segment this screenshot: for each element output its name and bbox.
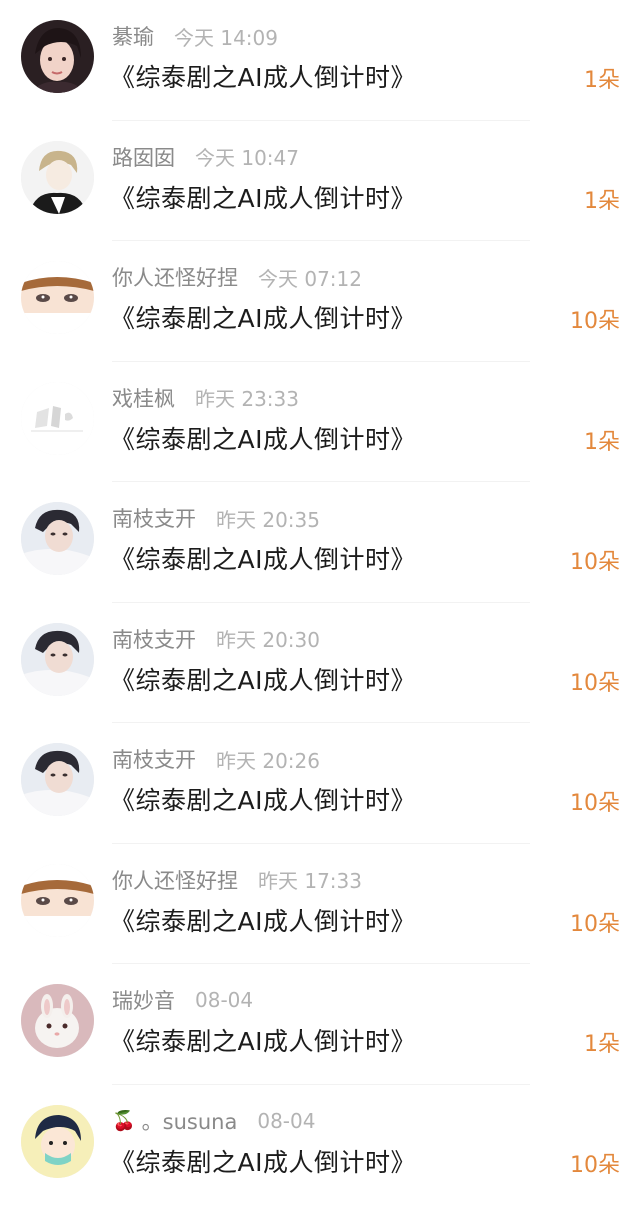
book-title[interactable]: 《综泰剧之AI成人倒计时》 — [110, 1143, 416, 1179]
list-item[interactable]: 綦瑜 今天 14:09 《综泰剧之AI成人倒计时》 1朵 — [0, 0, 640, 121]
anime-boy-avatar-image — [21, 141, 94, 214]
timestamp: 今天 10:47 — [195, 142, 299, 171]
book-title[interactable]: 《综泰剧之AI成人倒计时》 — [110, 661, 416, 697]
user-name[interactable]: 路囡囡 — [112, 142, 175, 172]
flower-count: 1朵 — [584, 1026, 620, 1058]
flower-count: 10朵 — [570, 303, 620, 335]
book-title[interactable]: 《综泰剧之AI成人倒计时》 — [110, 299, 416, 335]
girl-avatar-image — [21, 20, 94, 93]
avatar[interactable] — [21, 261, 94, 334]
anime-eyes-avatar-image — [21, 261, 94, 334]
list-item[interactable]: 你人还怪好捏 昨天 17:33 《综泰剧之AI成人倒计时》 10朵 — [0, 844, 640, 965]
flower-count: 10朵 — [570, 665, 620, 697]
list-item[interactable]: 南枝支开 昨天 20:35 《综泰剧之AI成人倒计时》 10朵 — [0, 482, 640, 603]
timestamp: 08-04 — [195, 988, 253, 1012]
book-title[interactable]: 《综泰剧之AI成人倒计时》 — [110, 540, 416, 576]
rabbit-avatar-image — [21, 984, 94, 1057]
anime-eyes-avatar-image — [21, 864, 94, 937]
book-title[interactable]: 《综泰剧之AI成人倒计时》 — [110, 1022, 416, 1058]
user-name[interactable]: 綦瑜 — [112, 21, 154, 51]
timestamp: 昨天 20:35 — [216, 504, 320, 533]
avatar[interactable] — [21, 623, 94, 696]
user-name[interactable]: 你人还怪好捏 — [112, 262, 238, 292]
list-item[interactable]: 路囡囡 今天 10:47 《综泰剧之AI成人倒计时》 1朵 — [0, 121, 640, 242]
avatar[interactable] — [21, 502, 94, 575]
timestamp: 今天 14:09 — [174, 22, 278, 51]
book-title[interactable]: 《综泰剧之AI成人倒计时》 — [110, 179, 416, 215]
avatar[interactable] — [21, 864, 94, 937]
user-name[interactable]: 南枝支开 — [112, 744, 196, 774]
user-name[interactable]: 瑞妙音 — [112, 985, 175, 1015]
user-name[interactable]: 南枝支开 — [112, 503, 196, 533]
flower-count: 10朵 — [570, 1147, 620, 1179]
avatar[interactable] — [21, 20, 94, 93]
timestamp: 08-04 — [257, 1109, 315, 1133]
flower-count: 1朵 — [584, 424, 620, 456]
user-name[interactable]: 。susuna — [142, 1106, 238, 1136]
timestamp: 昨天 17:33 — [258, 865, 362, 894]
user-name[interactable]: 南枝支开 — [112, 624, 196, 654]
book-title[interactable]: 《综泰剧之AI成人倒计时》 — [110, 420, 416, 456]
avatar[interactable] — [21, 141, 94, 214]
man-portrait-avatar-image — [21, 502, 94, 575]
timestamp: 今天 07:12 — [258, 263, 362, 292]
timestamp: 昨天 20:26 — [216, 745, 320, 774]
man-portrait-avatar-image — [21, 623, 94, 696]
cartoon-avatar-image — [21, 1105, 94, 1178]
list-item[interactable]: 你人还怪好捏 今天 07:12 《综泰剧之AI成人倒计时》 10朵 — [0, 241, 640, 362]
list-item[interactable]: 瑞妙音 08-04 《综泰剧之AI成人倒计时》 1朵 — [0, 964, 640, 1085]
avatar[interactable] — [21, 382, 94, 455]
book-title[interactable]: 《综泰剧之AI成人倒计时》 — [110, 58, 416, 94]
flower-count: 10朵 — [570, 785, 620, 817]
timestamp: 昨天 23:33 — [195, 383, 299, 412]
gift-record-list: 綦瑜 今天 14:09 《综泰剧之AI成人倒计时》 1朵 路囡囡 今天 10:4… — [0, 0, 640, 1205]
avatar[interactable] — [21, 1105, 94, 1178]
list-item[interactable]: 🍒 。susuna 08-04 《综泰剧之AI成人倒计时》 10朵 — [0, 1085, 640, 1205]
list-item[interactable]: 戏桂枫 昨天 23:33 《综泰剧之AI成人倒计时》 1朵 — [0, 362, 640, 483]
book-title[interactable]: 《综泰剧之AI成人倒计时》 — [110, 781, 416, 817]
avatar[interactable] — [21, 743, 94, 816]
book-title[interactable]: 《综泰剧之AI成人倒计时》 — [110, 902, 416, 938]
user-name[interactable]: 戏桂枫 — [112, 383, 175, 413]
flower-count: 10朵 — [570, 906, 620, 938]
cherry-icon: 🍒 — [112, 1109, 136, 1132]
flower-count: 1朵 — [584, 183, 620, 215]
flower-count: 1朵 — [584, 62, 620, 94]
list-item[interactable]: 南枝支开 昨天 20:26 《综泰剧之AI成人倒计时》 10朵 — [0, 723, 640, 844]
timestamp: 昨天 20:30 — [216, 624, 320, 653]
list-item[interactable]: 南枝支开 昨天 20:30 《综泰剧之AI成人倒计时》 10朵 — [0, 603, 640, 724]
man-portrait-avatar-image — [21, 743, 94, 816]
avatar[interactable] — [21, 984, 94, 1057]
flower-count: 10朵 — [570, 544, 620, 576]
user-name[interactable]: 你人还怪好捏 — [112, 865, 238, 895]
sketch-avatar-image — [21, 382, 94, 455]
